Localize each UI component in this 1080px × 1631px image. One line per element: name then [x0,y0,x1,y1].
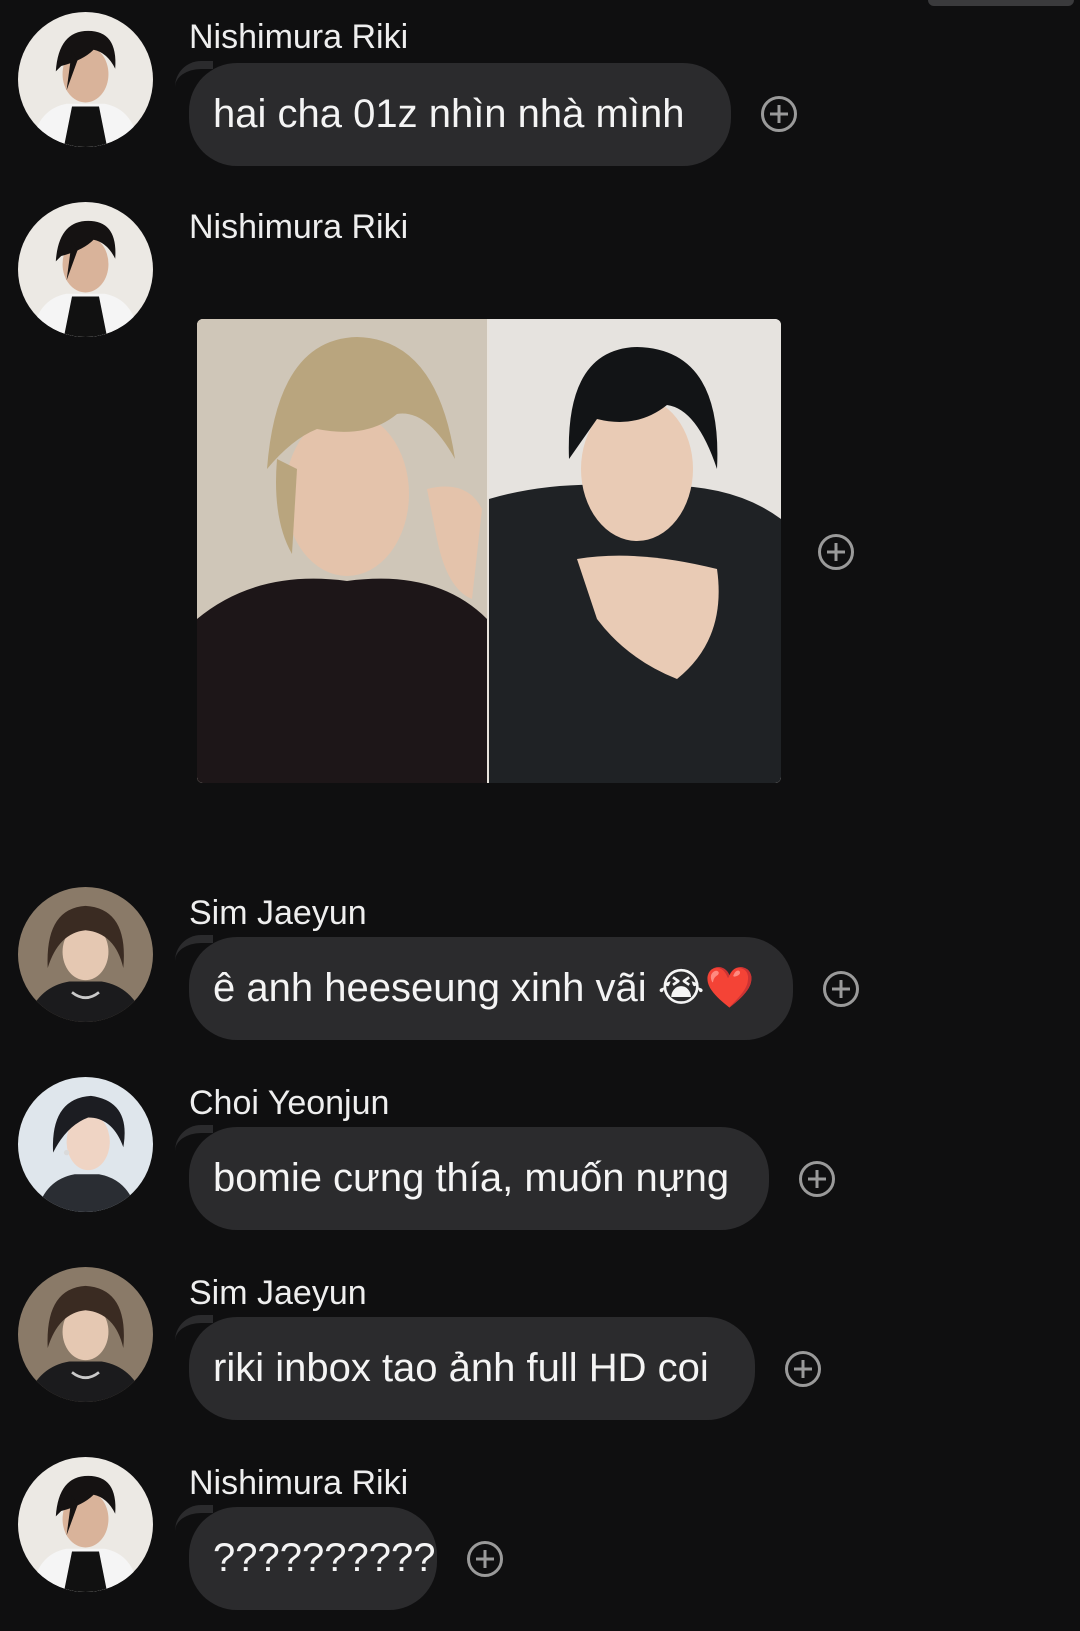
message-bubble[interactable]: riki inbox tao ảnh full HD coi [175,1315,755,1420]
message-text: hai cha 01z nhìn nhà mình [213,92,685,136]
message-bubble[interactable]: ê anh heeseung xinh vãi 😭❤️ [175,935,793,1040]
avatar-nishimura-riki[interactable] [18,1457,153,1592]
add-reaction-icon[interactable] [823,971,859,1007]
message-text: riki inbox tao ảnh full HD coi [213,1346,709,1390]
sender-name: Choi Yeonjun [189,1084,390,1122]
top-edge-tab [928,0,1074,6]
add-reaction-icon[interactable] [467,1541,503,1577]
message-text: ê anh heeseung xinh vãi [213,966,647,1010]
message-text: bomie cưng thía, muốn nựng [213,1156,730,1200]
sender-name: Nishimura Riki [189,208,409,246]
sender-name: Sim Jaeyun [189,894,367,932]
shared-photo[interactable] [197,319,781,783]
avatar-sim-jaeyun[interactable] [18,1267,153,1402]
avatar-choi-yeonjun[interactable] [18,1077,153,1212]
message-bubble[interactable]: ?????????? [175,1505,437,1610]
add-reaction-icon[interactable] [761,96,797,132]
message-text: ?????????? [213,1536,436,1580]
avatar-sim-jaeyun[interactable] [18,887,153,1022]
crying-heart-emojis: 😭❤️ [657,965,755,1011]
add-reaction-icon[interactable] [785,1351,821,1387]
sender-name: Nishimura Riki [189,18,409,56]
sender-name: Sim Jaeyun [189,1274,367,1312]
add-reaction-icon[interactable] [799,1161,835,1197]
add-reaction-icon[interactable] [818,534,854,570]
sender-name: Nishimura Riki [189,1464,409,1502]
message-bubble[interactable]: bomie cưng thía, muốn nựng [175,1125,769,1230]
avatar-nishimura-riki[interactable] [18,12,153,147]
message-bubble[interactable]: hai cha 01z nhìn nhà mình [175,61,731,166]
avatar-nishimura-riki[interactable] [18,202,153,337]
